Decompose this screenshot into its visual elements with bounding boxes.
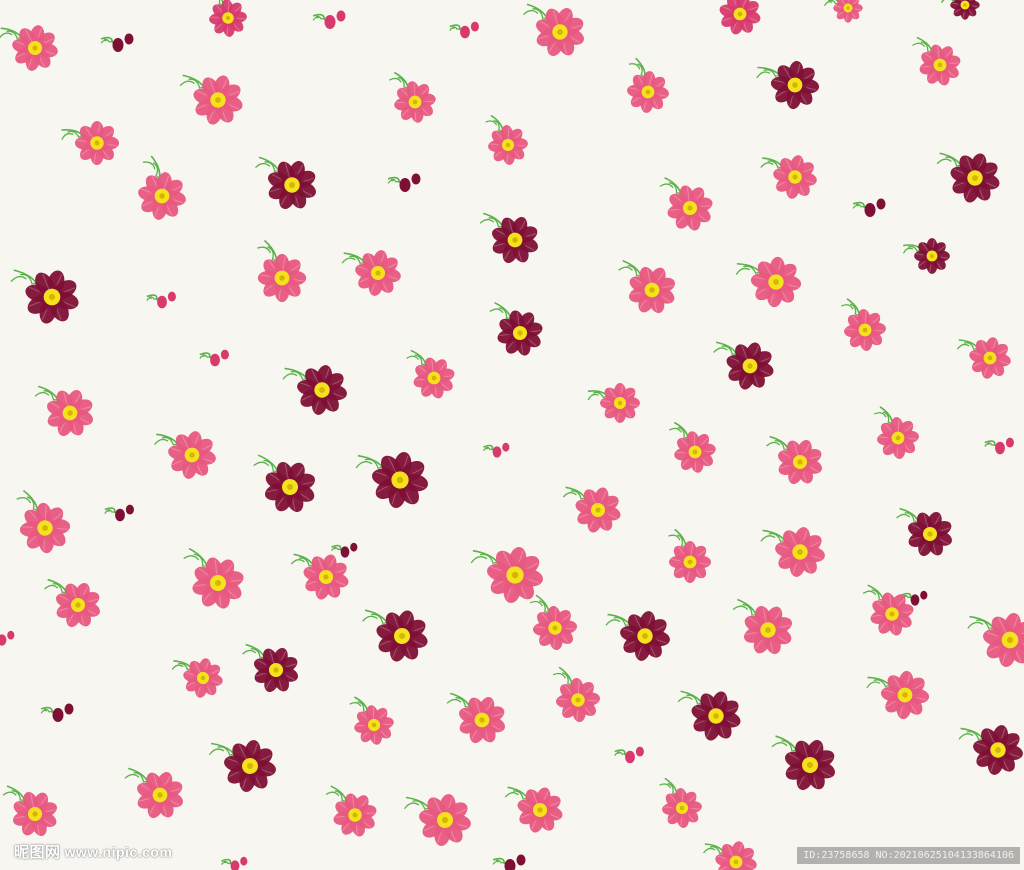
flower xyxy=(823,0,863,23)
flower xyxy=(605,611,670,661)
flower xyxy=(552,666,600,722)
flower xyxy=(668,528,711,583)
flower xyxy=(756,60,820,110)
flower xyxy=(282,365,347,415)
flower xyxy=(562,486,621,533)
flower xyxy=(389,71,436,123)
flower xyxy=(677,690,741,741)
flower xyxy=(874,406,919,459)
flower xyxy=(362,609,428,662)
flower-bud xyxy=(387,173,421,192)
flower xyxy=(485,114,528,165)
flower-bud xyxy=(482,442,510,458)
flower xyxy=(669,421,716,473)
site-watermark: 昵图网 www.nipic.com xyxy=(14,841,172,862)
flower xyxy=(760,527,825,577)
flower xyxy=(896,507,952,556)
flower xyxy=(171,658,223,698)
flower xyxy=(766,435,822,484)
flower xyxy=(912,36,961,86)
flower xyxy=(406,349,455,399)
flower xyxy=(771,735,835,790)
flower xyxy=(862,584,914,636)
floral-pattern xyxy=(0,0,1024,870)
flower xyxy=(34,385,93,436)
flower-bud xyxy=(984,437,1014,455)
flower-bud xyxy=(199,349,229,367)
flower xyxy=(735,256,802,308)
flower xyxy=(61,120,120,166)
flower-bud xyxy=(492,854,526,870)
site-name: 昵图网 xyxy=(14,844,61,861)
site-url: www.nipic.com xyxy=(64,844,173,860)
flower-bud xyxy=(40,703,74,722)
flower xyxy=(2,785,57,836)
flower-bud xyxy=(100,33,134,52)
flower xyxy=(936,152,1000,203)
flower xyxy=(154,431,216,479)
flower-bud xyxy=(449,21,479,39)
flower xyxy=(760,155,817,199)
flower xyxy=(255,156,316,209)
flower xyxy=(523,3,584,56)
flower xyxy=(470,546,544,604)
flower-bud xyxy=(146,291,176,309)
flower xyxy=(956,337,1011,379)
flower xyxy=(659,777,702,828)
flower xyxy=(489,301,543,356)
flower xyxy=(940,0,980,20)
flower-bud xyxy=(330,542,358,558)
flower-bud xyxy=(852,198,886,217)
flower xyxy=(841,298,886,351)
flower xyxy=(209,0,247,37)
flower xyxy=(253,454,315,512)
flower xyxy=(325,785,377,837)
flower xyxy=(124,767,183,818)
flower xyxy=(208,740,276,792)
flower xyxy=(529,594,577,650)
flower xyxy=(866,670,930,720)
flower xyxy=(587,383,640,423)
flower xyxy=(713,341,774,390)
flower xyxy=(44,578,100,627)
flower-bud xyxy=(312,10,346,29)
flower xyxy=(479,212,538,263)
flower xyxy=(902,238,950,274)
flower xyxy=(446,692,505,743)
flower xyxy=(0,25,58,71)
flower xyxy=(627,57,669,113)
flower xyxy=(504,786,563,833)
flower xyxy=(10,269,79,324)
flower xyxy=(659,176,713,231)
flower xyxy=(355,451,429,509)
flower xyxy=(183,547,244,609)
flower xyxy=(618,259,675,313)
flower-bud xyxy=(614,746,644,764)
flower xyxy=(179,74,243,125)
flower xyxy=(349,696,394,745)
flower xyxy=(242,643,298,692)
flower xyxy=(719,0,761,35)
flower xyxy=(257,239,307,303)
flower-bud xyxy=(104,504,134,522)
flower xyxy=(702,841,757,870)
flower-bud xyxy=(220,856,248,870)
flower-bud xyxy=(0,630,15,646)
flower-bud xyxy=(900,590,928,606)
flower xyxy=(732,598,792,654)
flower xyxy=(341,250,401,296)
flower xyxy=(958,725,1023,775)
flower xyxy=(16,489,71,554)
flower xyxy=(138,155,186,220)
flower xyxy=(967,613,1024,667)
flower xyxy=(403,794,471,846)
image-id-label: ID:23758658 NO:20210625104133864106 xyxy=(797,847,1020,864)
